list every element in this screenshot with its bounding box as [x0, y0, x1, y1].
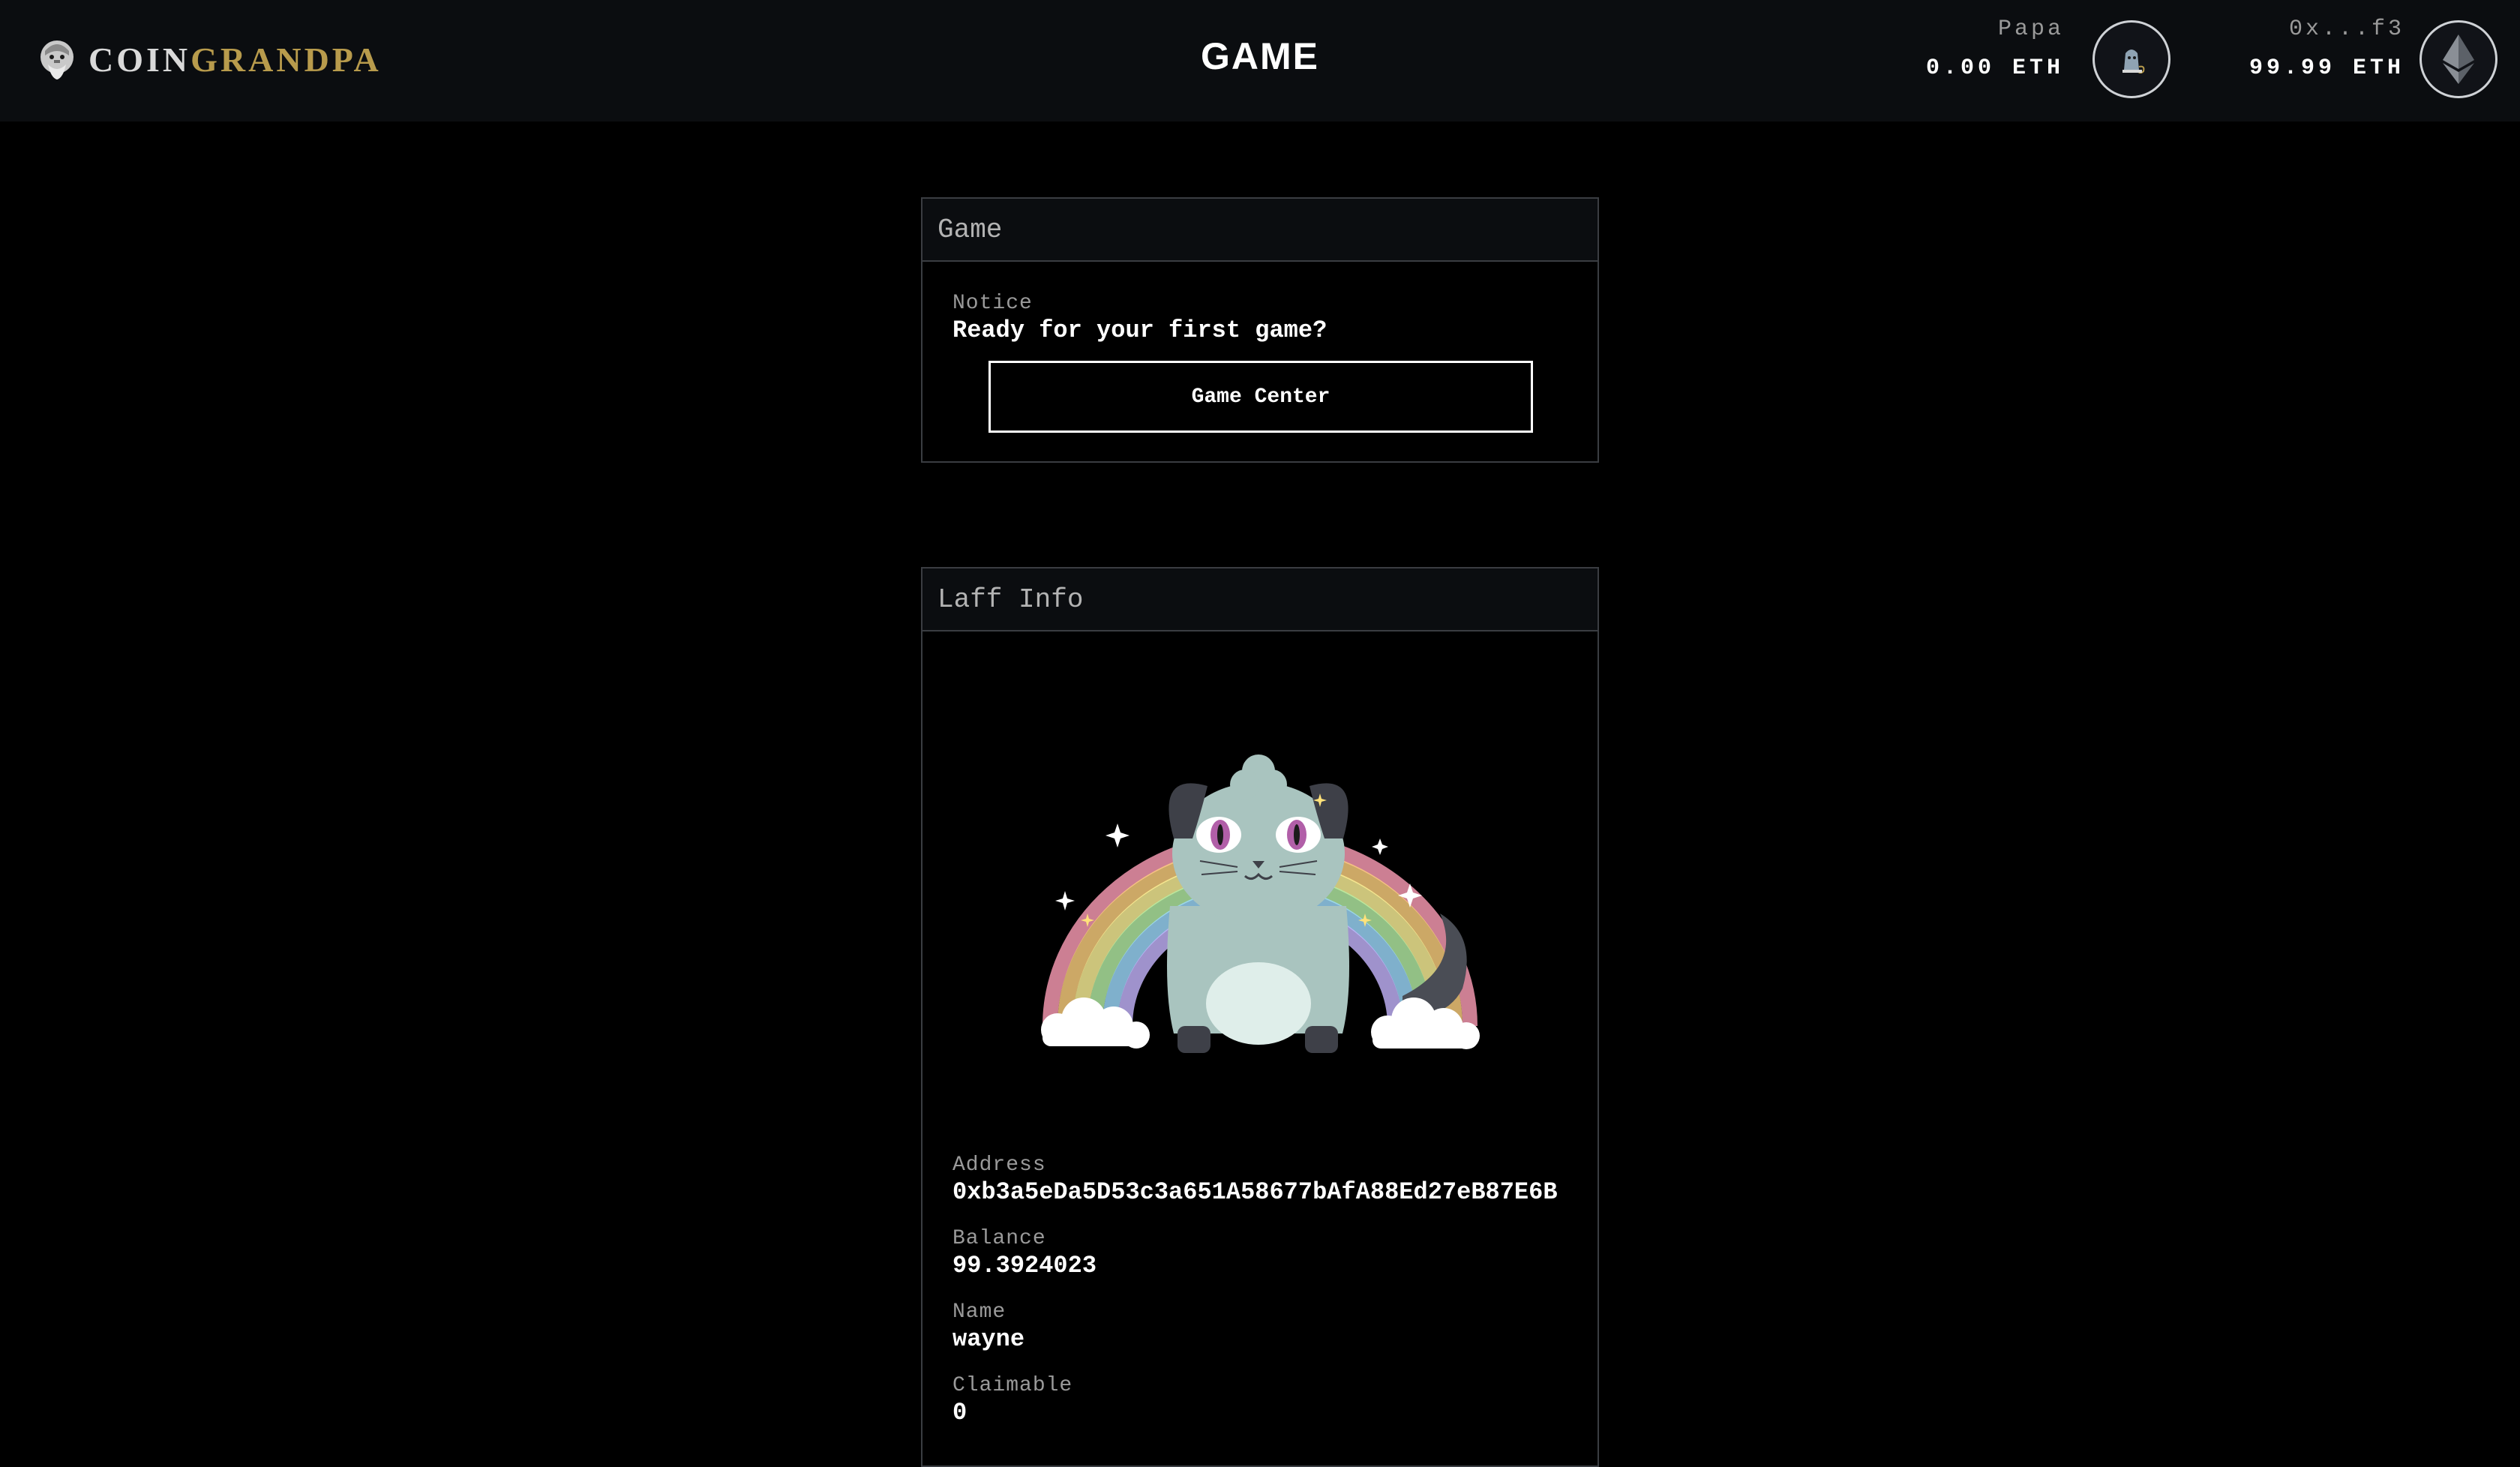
brand-name-grandpa: GRANDPA — [190, 40, 382, 79]
address-field: Address 0xb3a5eDa5D53c3a651A58677bAfA88E… — [952, 1154, 1582, 1206]
brand-name: COINGRANDPA — [88, 40, 382, 80]
balance-value: 99.3924023 — [952, 1252, 1097, 1280]
game-center-button[interactable]: Game Center — [988, 361, 1533, 433]
top-header: COINGRANDPA GAME Papa 0.00 ETH 0x...f3 9… — [0, 0, 2520, 122]
papa-account-balance: 0.00 ETH — [1925, 56, 2064, 81]
ethereum-icon — [2443, 34, 2474, 84]
wallet-balance: 99.99 ETH — [2248, 56, 2404, 81]
address-value: 0xb3a5eDa5D53c3a651A58677bAfA88Ed27eB87E… — [952, 1178, 1558, 1206]
notice-label: Notice — [952, 292, 1033, 315]
wallet-account[interactable]: 0x...f3 99.99 ETH — [2249, 16, 2404, 81]
game-card-title: Game — [922, 199, 1598, 262]
wallet-address-short: 0x...f3 — [2288, 16, 2404, 42]
claimable-value: 0 — [952, 1399, 968, 1426]
name-value: wayne — [952, 1325, 1025, 1353]
balance-field: Balance 99.3924023 — [952, 1227, 1582, 1280]
balance-label: Balance — [952, 1227, 1046, 1250]
laff-info-fields: Address 0xb3a5eDa5D53c3a651A58677bAfA88E… — [952, 1154, 1582, 1448]
brand-logo-link[interactable]: COINGRANDPA — [38, 33, 382, 86]
page-title: GAME — [1201, 35, 1319, 77]
brand-name-coin: COIN — [88, 40, 191, 79]
name-label: Name — [952, 1300, 1006, 1324]
laff-info-card: Laff Info Address 0xb3a5eDa5D53c3a651A58… — [921, 567, 1599, 1467]
notice-text: Ready for your first game? — [952, 316, 1328, 344]
papa-avatar-icon — [2122, 50, 2145, 74]
game-card: Game Notice Ready for your first game? G… — [921, 197, 1599, 463]
ethereum-wallet-button[interactable] — [2420, 20, 2498, 98]
claimable-label: Claimable — [952, 1374, 1073, 1397]
laff-kitty-rainbow-image — [1041, 754, 1480, 1053]
papa-account-label: Papa — [1997, 16, 2064, 42]
name-field: Name wayne — [952, 1300, 1582, 1353]
laff-info-card-title: Laff Info — [922, 568, 1598, 632]
papa-account[interactable]: Papa 0.00 ETH — [1926, 16, 2064, 81]
papa-avatar-button[interactable] — [2092, 20, 2170, 98]
notice-block: Notice Ready for your first game? — [952, 292, 1327, 344]
grandpa-head-icon — [40, 40, 74, 80]
claimable-field: Claimable 0 — [952, 1374, 1582, 1426]
address-label: Address — [952, 1154, 1046, 1177]
